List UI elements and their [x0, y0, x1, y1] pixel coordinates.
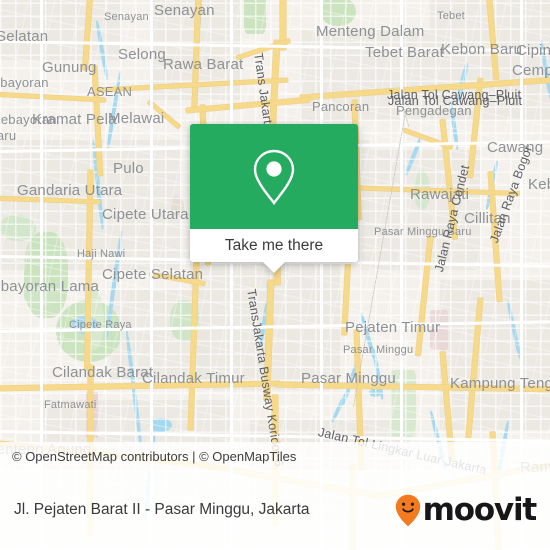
page-footer: Jl. Pejaten Barat II - Pasar Minggu, Jak…	[0, 470, 550, 550]
popup-header	[190, 124, 358, 229]
map-label: ASEAN	[87, 84, 133, 99]
map-label: Cilandak Barat	[52, 364, 154, 381]
map-label: Kebayoran Lama	[0, 278, 100, 295]
map-attribution-text[interactable]: © OpenStreetMap contributors | © OpenMap…	[0, 449, 296, 464]
moovit-wordmark: moovit	[422, 491, 538, 528]
map-label: Selatan	[0, 28, 49, 45]
moovit-logo[interactable]: moovit	[395, 491, 538, 528]
map-label: Menteng Dalam	[316, 23, 425, 40]
map-label: Pancoran	[312, 99, 370, 114]
map-label: Cipete Raya	[69, 319, 132, 331]
map-label: Cipete Utara	[102, 206, 189, 223]
map-label: Pasar Minggu	[343, 344, 414, 356]
map-label: Kampung Tengah	[450, 375, 550, 392]
map-label: Kebon Baru	[441, 41, 523, 58]
map-label: Cempedak	[512, 62, 550, 79]
map-page: Senayan Senayan Menteng Dalam Tebet Tebet Ba…	[0, 0, 550, 550]
map-label: Baru	[0, 128, 17, 143]
map-label: Senayan	[154, 2, 215, 19]
map-pin-icon	[253, 149, 295, 205]
map-label: Cipinang	[516, 42, 550, 59]
map-label: Rawa Barat	[163, 56, 244, 73]
map-label: Pengadegan	[396, 103, 472, 118]
map-label: Melawai	[108, 110, 165, 127]
map-label: Tebet	[437, 10, 465, 22]
map-label: Haji Nawi	[77, 248, 126, 260]
map-label: Pejaten Timur	[345, 319, 441, 336]
map-road-label: Jalan Tol Cawang–Pluit	[387, 88, 522, 102]
map-label: Cipete Selatan	[102, 266, 204, 283]
map-label: Pulo	[113, 160, 144, 177]
page-title: Jl. Pejaten Barat II - Pasar Minggu, Jak…	[14, 501, 310, 518]
map-label: Kebagusan	[528, 176, 550, 193]
map-label: Pasar Minggu	[301, 370, 396, 387]
popup-pointer	[263, 262, 285, 273]
take-me-there-label: Take me there	[224, 236, 324, 254]
map-label: Senayan	[104, 11, 149, 23]
map-label: Selong	[118, 46, 166, 63]
map-attribution-bar: © OpenStreetMap contributors | © OpenMap…	[0, 442, 550, 470]
map-label: Gandaria Utara	[17, 182, 123, 199]
map-label: Fatmawati	[44, 399, 97, 411]
location-popup[interactable]: Take me there	[190, 124, 358, 273]
popup-action[interactable]: Take me there	[190, 229, 358, 262]
moovit-pin-icon	[395, 494, 420, 526]
map-label: Kebayoran	[0, 112, 57, 127]
map-label: Gunung	[42, 59, 97, 76]
map-label: Tebet Barat	[365, 44, 444, 61]
map-label: Cilandak Timur	[142, 370, 245, 387]
map-label: Kebayoran	[0, 75, 49, 90]
